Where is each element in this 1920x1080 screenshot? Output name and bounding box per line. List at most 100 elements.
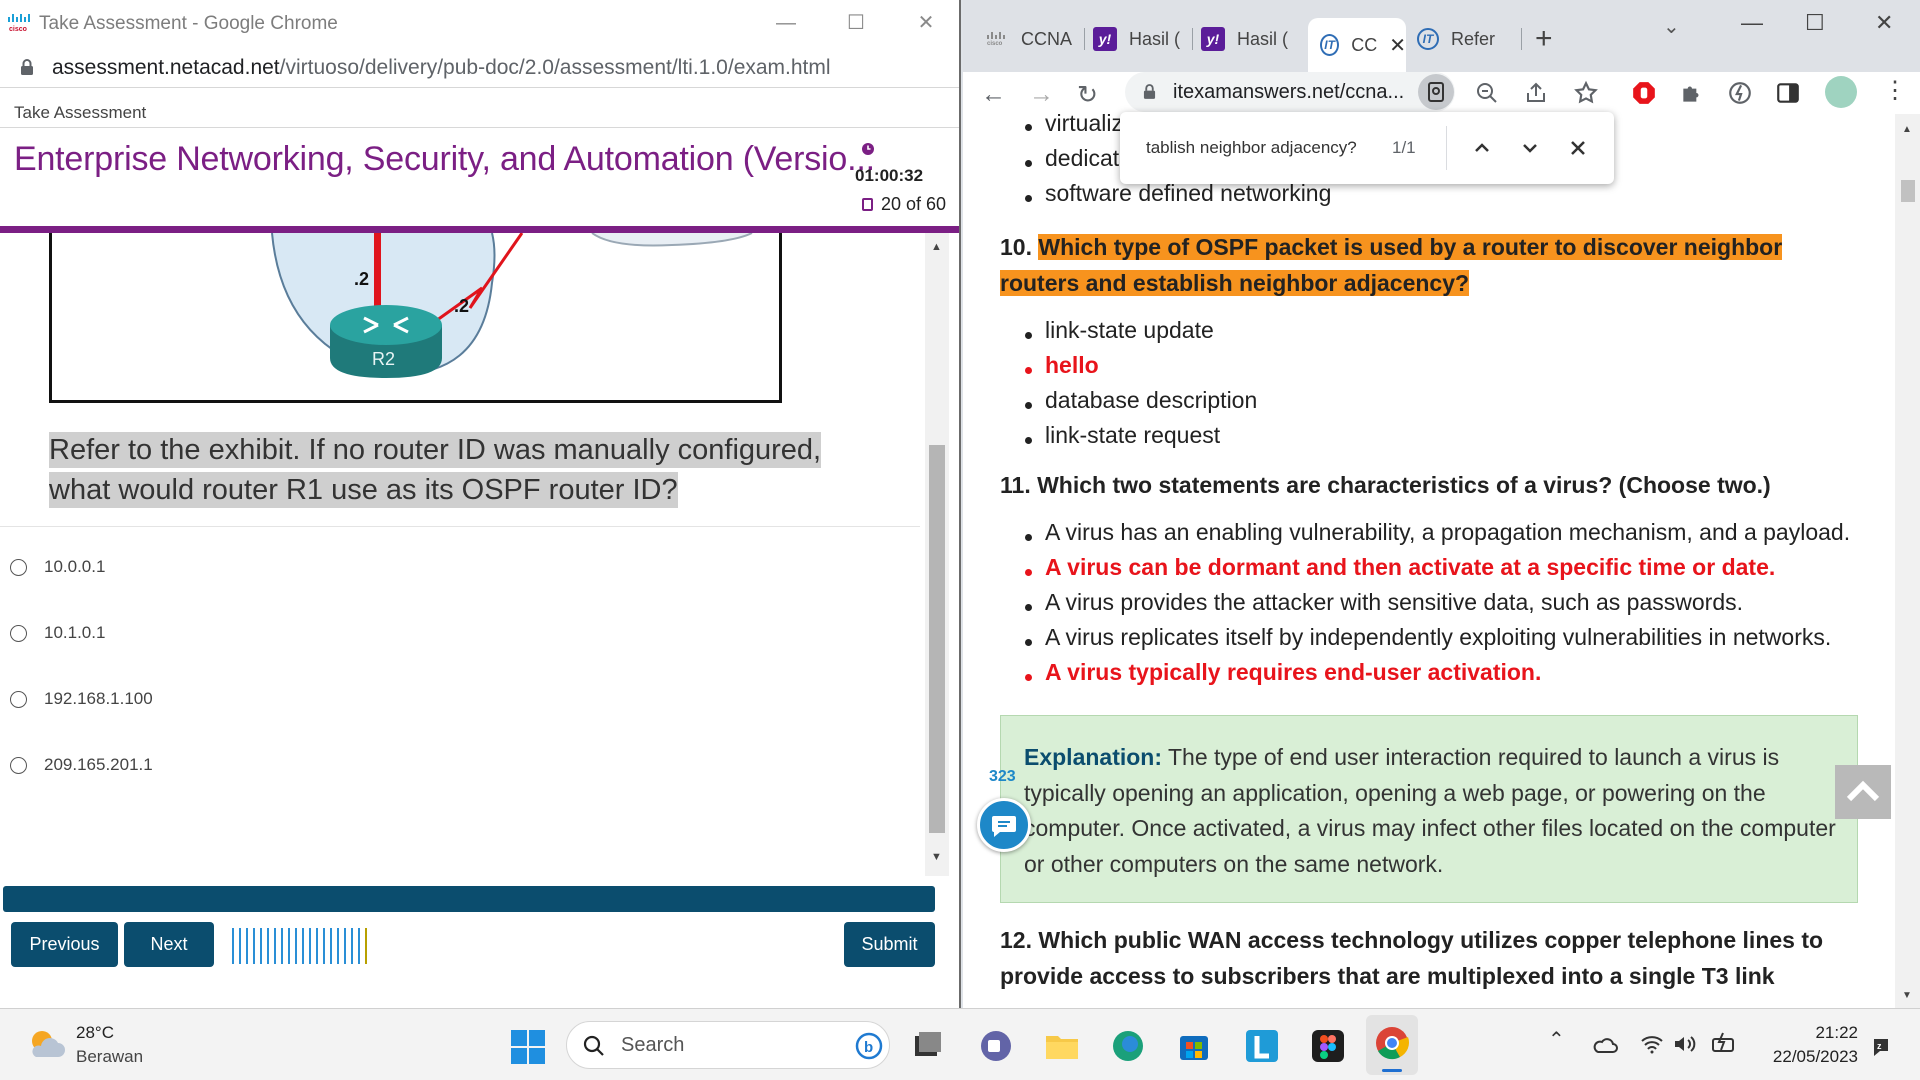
find-close-icon[interactable] (1566, 136, 1590, 160)
side-panel-icon[interactable] (1775, 80, 1801, 106)
forward-arrow-icon[interactable]: → (1029, 80, 1054, 109)
progress-tick[interactable] (316, 928, 318, 964)
profile-avatar[interactable] (1825, 76, 1857, 108)
scroll-to-top-button[interactable] (1835, 765, 1891, 819)
answer-option[interactable]: 209.165.201.1 (10, 755, 153, 775)
maximize-button[interactable]: ☐ (1805, 10, 1825, 36)
scroll-down-arrow-icon[interactable]: ▼ (931, 851, 942, 863)
clock-date[interactable]: 22/05/2023 (1762, 1047, 1858, 1067)
progress-tick[interactable] (281, 928, 283, 964)
performance-icon[interactable] (1727, 80, 1753, 106)
progress-tick[interactable] (358, 928, 360, 964)
progress-tick[interactable] (302, 928, 304, 964)
radio-button[interactable] (10, 690, 27, 708)
comments-bubble-icon[interactable] (977, 798, 1031, 852)
page-scrollbar[interactable]: ▲ ▼ (1895, 114, 1920, 1008)
show-hidden-icons-chevron-icon[interactable]: ⌃ (1548, 1027, 1565, 1052)
progress-tick[interactable] (309, 928, 311, 964)
close-button[interactable]: ✕ (1875, 10, 1893, 36)
question-progress-ticks[interactable] (232, 928, 367, 964)
previous-button[interactable]: Previous (11, 922, 118, 967)
teams-chat-icon[interactable] (978, 1028, 1014, 1064)
progress-tick[interactable] (365, 928, 367, 964)
progress-tick[interactable] (330, 928, 332, 964)
radio-button[interactable] (10, 756, 27, 774)
svg-text:z: z (1877, 1041, 1882, 1051)
tab-hasil-2[interactable]: y! Hasil ( (1201, 18, 1301, 60)
progress-tick[interactable] (267, 928, 269, 964)
progress-tick[interactable] (295, 928, 297, 964)
bookmark-star-icon[interactable] (1573, 80, 1599, 106)
content-scrollbar[interactable]: ▲ ▼ (925, 233, 949, 876)
scrollbar-thumb[interactable] (929, 445, 945, 833)
zoom-icon[interactable] (1475, 81, 1499, 105)
progress-tick[interactable] (351, 928, 353, 964)
microsoft-store-icon[interactable] (1176, 1028, 1212, 1064)
minimize-button[interactable]: — (766, 8, 806, 38)
weather-widget[interactable] (26, 1027, 66, 1063)
find-previous-chevron-up-icon[interactable] (1470, 136, 1494, 160)
new-tab-button[interactable]: + (1535, 22, 1553, 56)
progress-tick[interactable] (337, 928, 339, 964)
battery-charging-icon[interactable] (1710, 1031, 1738, 1057)
reload-icon[interactable]: ↻ (1077, 80, 1098, 110)
figma-icon[interactable] (1310, 1028, 1346, 1064)
left-title-bar[interactable]: cisco Take Assessment - Google Chrome — … (0, 0, 959, 46)
edge-browser-icon[interactable] (1110, 1028, 1146, 1064)
progress-tick[interactable] (239, 928, 241, 964)
launcher-l-icon[interactable] (1244, 1028, 1280, 1064)
progress-tick[interactable] (344, 928, 346, 964)
progress-tick[interactable] (274, 928, 276, 964)
taskbar-search-box[interactable]: Search b (566, 1021, 890, 1069)
left-url[interactable]: assessment.netacad.net/virtuoso/delivery… (52, 56, 831, 80)
submit-button[interactable]: Submit (844, 922, 935, 967)
close-button[interactable]: ✕ (906, 8, 946, 38)
scroll-up-arrow-icon[interactable]: ▲ (931, 241, 942, 253)
url-text[interactable]: itexamanswers.net/ccna... (1173, 81, 1404, 104)
clock-time[interactable]: 21:22 (1810, 1023, 1858, 1043)
progress-tick[interactable] (246, 928, 248, 964)
radio-button[interactable] (10, 624, 27, 642)
progress-tick[interactable] (260, 928, 262, 964)
bing-icon[interactable]: b (855, 1032, 883, 1060)
tab-cc-active[interactable]: IT CC ✕ (1308, 18, 1406, 72)
tab-close-icon[interactable]: ✕ (1389, 33, 1406, 58)
find-next-chevron-down-icon[interactable] (1518, 136, 1542, 160)
left-address-bar[interactable]: assessment.netacad.net/virtuoso/delivery… (0, 46, 959, 88)
windows-start-icon[interactable] (510, 1029, 546, 1065)
adblock-extension-icon[interactable] (1631, 80, 1657, 106)
answer-option[interactable]: 192.168.1.100 (10, 689, 153, 709)
tab-hasil-1[interactable]: y! Hasil ( (1093, 18, 1193, 60)
find-in-page-icon[interactable] (1418, 74, 1454, 110)
onedrive-cloud-icon[interactable] (1592, 1035, 1618, 1055)
task-view-icon[interactable] (910, 1028, 946, 1064)
progress-tick[interactable] (232, 928, 234, 964)
progress-tick[interactable] (288, 928, 290, 964)
progress-tick[interactable] (253, 928, 255, 964)
maximize-button[interactable]: ☐ (836, 8, 876, 38)
back-arrow-icon[interactable]: ← (981, 80, 1006, 109)
tab-refer[interactable]: IT Refer (1417, 18, 1522, 60)
omnibox[interactable]: itexamanswers.net/ccna... (1125, 72, 1455, 112)
menu-kebab-icon[interactable]: ⋮ (1883, 76, 1907, 105)
file-explorer-icon[interactable] (1044, 1028, 1080, 1064)
answer-option[interactable]: 10.0.0.1 (10, 557, 105, 577)
tab-search-chevron-icon[interactable]: ⌄ (1663, 14, 1680, 39)
scroll-up-arrow-icon[interactable]: ▲ (1902, 124, 1912, 135)
notification-bell-icon[interactable]: z (1870, 1035, 1892, 1059)
tab-ccna[interactable]: cisco CCNA (985, 18, 1085, 60)
next-button[interactable]: Next (124, 922, 214, 967)
radio-button[interactable] (10, 558, 27, 576)
progress-tick[interactable] (323, 928, 325, 964)
find-input[interactable]: tablish neighbor adjacency? (1146, 138, 1357, 158)
volume-icon[interactable] (1672, 1033, 1700, 1055)
extensions-puzzle-icon[interactable] (1679, 80, 1705, 106)
share-icon[interactable] (1524, 81, 1548, 105)
wifi-icon[interactable] (1640, 1033, 1664, 1055)
answer-option[interactable]: 10.1.0.1 (10, 623, 105, 643)
search-icon (583, 1035, 604, 1056)
chrome-taskbar-item[interactable] (1366, 1015, 1418, 1075)
scrollbar-thumb[interactable] (1901, 180, 1915, 202)
minimize-button[interactable]: — (1741, 10, 1763, 36)
scroll-down-arrow-icon[interactable]: ▼ (1902, 990, 1912, 1001)
